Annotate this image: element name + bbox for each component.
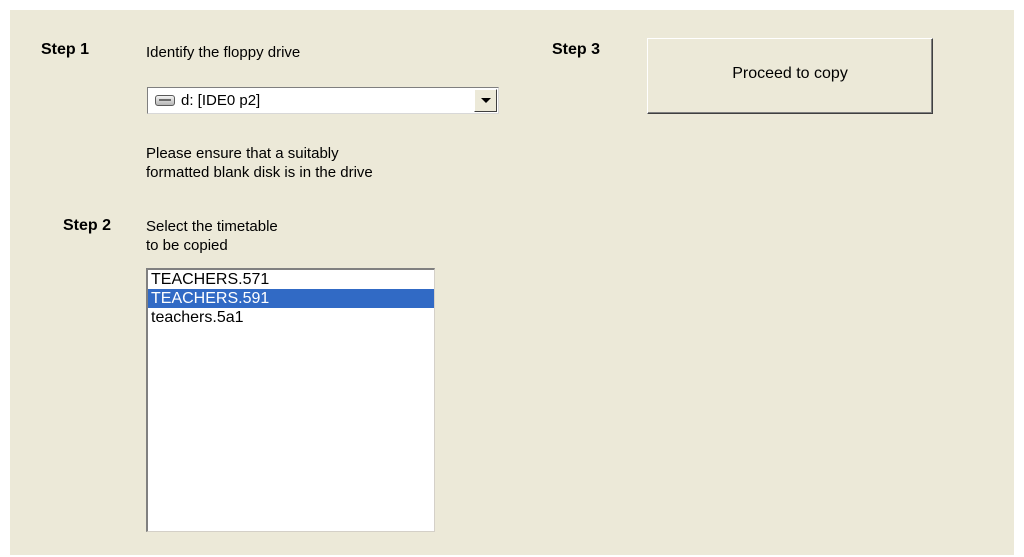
list-item-teachers-591[interactable]: TEACHERS.591 [148, 289, 434, 308]
drive-selected-value: d: [IDE0 p2] [181, 92, 261, 109]
chevron-down-icon [481, 98, 491, 103]
step1-label: Step 1 [41, 41, 90, 58]
step3-label: Step 3 [552, 41, 601, 58]
floppy-drive-dropdown[interactable]: d: [IDE0 p2] [147, 87, 499, 114]
disk-note-line2: formatted blank disk is in the drive [146, 164, 373, 181]
step2-label: Step 2 [63, 217, 112, 234]
step1-instruction: Identify the floppy drive [146, 44, 301, 61]
drive-icon [155, 95, 175, 106]
list-item-teachers-571[interactable]: TEACHERS.571 [148, 270, 434, 289]
dropdown-arrow-button[interactable] [474, 89, 497, 112]
step2-instruction-line2: to be copied [146, 237, 228, 254]
timetable-listbox[interactable]: TEACHERS.571 TEACHERS.591 teachers.5a1 [146, 268, 435, 532]
step2-instruction-line1: Select the timetable [146, 218, 278, 235]
proceed-to-copy-button[interactable]: Proceed to copy [647, 38, 933, 114]
list-item-teachers-5a1[interactable]: teachers.5a1 [148, 308, 434, 327]
disk-note-line1: Please ensure that a suitably [146, 145, 339, 162]
top-strip [0, 0, 1024, 10]
